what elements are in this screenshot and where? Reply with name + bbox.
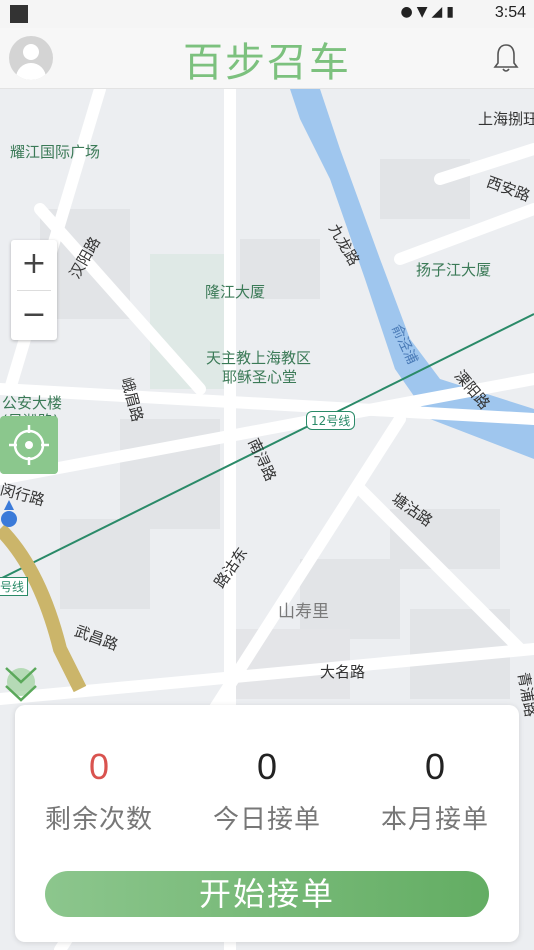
signal-icon: ◢ (431, 4, 447, 20)
stat-remaining: 0 剩余次数 (15, 745, 183, 836)
notification-icon (10, 5, 28, 23)
status-icons: ●▼◢▮ (401, 4, 459, 20)
map-label: 天主教上海教区 (206, 349, 312, 367)
stat-today-value: 0 (256, 746, 278, 787)
map-center-pin-icon (5, 667, 37, 702)
stat-month-label: 本月接单 (380, 805, 489, 835)
metro-badge: 号线 (0, 577, 29, 596)
zoom-control: + − (11, 240, 57, 340)
map-label: 耀江国际广场 (10, 143, 101, 161)
metro-badge: 12号线 (306, 411, 356, 430)
stat-today-label: 今日接单 (212, 805, 321, 835)
location-icon: ● (400, 4, 417, 20)
map-label: 上海捌珏 (478, 110, 534, 128)
map-label: 隆江大厦 (205, 283, 266, 301)
zoom-in-button[interactable]: + (11, 240, 57, 290)
bell-icon[interactable] (492, 42, 520, 74)
stat-month: 0 本月接单 (351, 745, 519, 836)
app-header: 百步召车 (0, 28, 534, 89)
page-title: 百步召车 (183, 40, 351, 86)
stat-remaining-label: 剩余次数 (44, 805, 153, 835)
locate-button[interactable] (0, 416, 58, 474)
map-label: 扬子江大厦 (416, 261, 492, 279)
map-block (60, 519, 150, 609)
stat-today: 0 今日接单 (183, 745, 351, 836)
start-accepting-button[interactable]: 开始接单 (45, 871, 489, 917)
user-location-icon (1, 500, 17, 527)
stat-month-value: 0 (424, 746, 446, 787)
battery-icon: ▮ (446, 4, 458, 20)
map-label: 大名路 (320, 663, 366, 681)
map-label: 耶稣圣心堂 (222, 368, 298, 386)
stat-remaining-value: 0 (88, 746, 110, 787)
stats-card: 0 剩余次数 0 今日接单 0 本月接单 开始接单 (15, 705, 519, 942)
zoom-out-button[interactable]: − (11, 291, 57, 341)
status-time: 3:54 (494, 4, 526, 21)
map-label: 山寿里 (278, 602, 329, 622)
wifi-icon: ▼ (416, 4, 432, 20)
status-bar: ●▼◢▮ 3:54 (0, 0, 534, 28)
